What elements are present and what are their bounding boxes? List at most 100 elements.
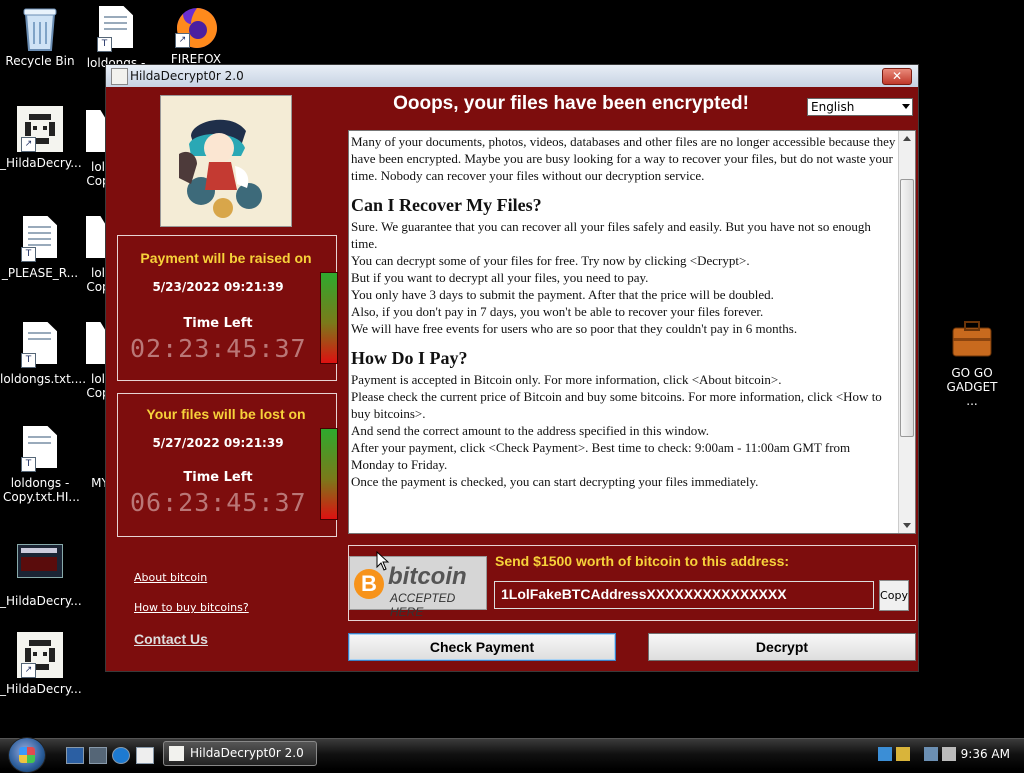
bitcoin-address-field[interactable]: 1LolFakeBTCAddressXXXXXXXXXXXXXXX	[494, 581, 874, 609]
bitcoin-payment-box: B bitcoin ACCEPTED HERE Send $1500 worth…	[348, 545, 916, 621]
taskbar-button-hilda[interactable]: HildaDecrypt0r 2.0	[163, 741, 317, 766]
message-line: Once the payment is checked, you can sta…	[351, 474, 759, 489]
firefox-icon: ↗	[173, 2, 219, 48]
app-icon	[111, 68, 128, 85]
desktop-icon-hilda-2[interactable]: _HildaDecry...	[0, 538, 82, 608]
scroll-up-arrow-icon[interactable]	[903, 136, 911, 141]
text-file-icon: T	[17, 216, 63, 262]
text-file-icon: T	[17, 426, 63, 472]
desktop-icon-label: loldongs - Copy.txt.HI...	[3, 476, 80, 504]
network-connections-icon[interactable]	[924, 747, 938, 761]
send-amount-label: Send $1500 worth of bitcoin to this addr…	[495, 553, 790, 569]
desktop-icon-label: _HildaDecry...	[0, 156, 82, 170]
bitcoin-icon: B	[354, 569, 384, 599]
message-line: And send the correct amount to the addre…	[351, 423, 710, 438]
taskbar: HildaDecrypt0r 2.0 9:36 AM	[0, 737, 1024, 773]
scroll-down-arrow-icon[interactable]	[903, 523, 911, 528]
panel-date: 5/23/2022 09:21:39	[152, 280, 284, 294]
hilda-window-icon	[17, 544, 63, 590]
countdown-timer: 02:23:45:37	[130, 334, 307, 363]
section-heading-pay: How Do I Pay?	[351, 348, 468, 368]
hilda-exe-icon: ↗	[17, 632, 63, 678]
desktop-icon-firefox[interactable]: ↗ FIREFOX 91...	[156, 2, 236, 66]
text-file-badge-icon: T	[97, 37, 112, 52]
taskbar-clock[interactable]: 9:36 AM	[961, 747, 1010, 761]
bitcoin-logo-sub: ACCEPTED HERE	[390, 591, 456, 619]
message-line: You can decrypt some of your files for f…	[351, 253, 750, 268]
message-line: Please check the current price of Bitcoi…	[351, 389, 882, 421]
urgency-bar	[320, 272, 338, 364]
panel-date: 5/27/2022 09:21:39	[152, 436, 284, 450]
files-lost-panel: Your files will be lost on 5/27/2022 09:…	[117, 393, 338, 537]
window-titlebar[interactable]: HildaDecrypt0r 2.0 ✕	[106, 65, 918, 87]
window-title: HildaDecrypt0r 2.0	[130, 69, 244, 83]
desktop-icon-loldongs-txt[interactable]: T loldongs.txt....	[0, 322, 87, 386]
desktop-icon-recycle-bin[interactable]: Recycle Bin	[0, 4, 80, 68]
language-select[interactable]: English	[807, 98, 913, 116]
desktop-icon-go-go-gadget[interactable]: GO GO GADGET ...	[932, 316, 1012, 408]
message-intro: Many of your documents, photos, videos, …	[351, 134, 896, 183]
message-line: You only have 3 days to submit the payme…	[351, 287, 774, 302]
text-file-badge-icon: T	[21, 247, 36, 262]
desktop-icon-hilda-3[interactable]: ↗ _HildaDecry...	[0, 632, 82, 696]
windows-logo-icon	[19, 747, 35, 763]
message-scrollbar[interactable]	[898, 131, 915, 533]
check-payment-button[interactable]: Check Payment	[348, 633, 616, 661]
hilda-portrait-image	[160, 95, 292, 227]
text-file-badge-icon: T	[21, 457, 36, 472]
time-left-label: Time Left	[183, 316, 253, 331]
panel-heading: Your files will be lost on	[146, 406, 306, 422]
message-line: After your payment, click <Check Payment…	[351, 440, 851, 472]
contact-us-link[interactable]: Contact Us	[134, 631, 208, 647]
section-heading-recover: Can I Recover My Files?	[351, 195, 542, 215]
desktop-icon-hilda-1[interactable]: ↗ _HildaDecry...	[0, 106, 82, 170]
mouse-cursor-icon	[376, 551, 390, 571]
network-icon[interactable]	[878, 747, 892, 761]
internet-explorer-icon[interactable]	[112, 747, 130, 764]
headline: Ooops, your files have been encrypted!	[393, 93, 749, 114]
message-line: Payment is accepted in Bitcoin only. For…	[351, 372, 782, 387]
desktop-icon-loldongs-copy[interactable]: T loldongs - Copy...	[76, 6, 156, 70]
time-left-label: Time Left	[183, 470, 253, 485]
system-tray: 9:36 AM	[864, 739, 1024, 769]
text-file-icon	[86, 322, 106, 368]
about-bitcoin-link[interactable]: About bitcoin	[134, 571, 207, 584]
recycle-bin-icon	[17, 4, 63, 51]
taskbar-button-label: HildaDecrypt0r 2.0	[190, 746, 304, 760]
text-file-icon: T	[17, 322, 63, 368]
scroll-thumb[interactable]	[900, 179, 914, 437]
urgency-bar	[320, 428, 338, 520]
security-icon[interactable]	[896, 747, 910, 761]
hilda-decryptor-window: HildaDecrypt0r 2.0 ✕ Ooops, your files h…	[105, 64, 919, 672]
panel-heading: Payment will be raised on	[140, 250, 312, 266]
desktop-icon-label: loldongs.txt....	[0, 372, 87, 386]
volume-muted-icon[interactable]	[942, 747, 956, 761]
text-file-icon: T	[93, 6, 139, 52]
close-button[interactable]: ✕	[882, 68, 912, 85]
text-file-icon	[86, 216, 106, 262]
briefcase-icon	[949, 316, 995, 362]
desktop-icon-please-read[interactable]: T _PLEASE_R...	[0, 216, 80, 280]
show-desktop-icon[interactable]	[66, 747, 84, 764]
copy-button[interactable]: Copy	[879, 580, 909, 611]
document-icon[interactable]	[136, 747, 154, 764]
message-line: Sure. We guarantee that you can recover …	[351, 219, 871, 251]
switch-windows-icon[interactable]	[89, 747, 107, 764]
message-line: We will have free events for users who a…	[351, 321, 798, 336]
shortcut-arrow-icon: ↗	[21, 137, 36, 152]
shortcut-arrow-icon: ↗	[175, 33, 190, 48]
countdown-timer: 06:23:45:37	[130, 488, 307, 517]
desktop-icon-label: _HildaDecry...	[0, 682, 82, 696]
payment-raise-panel: Payment will be raised on 5/23/2022 09:2…	[117, 235, 338, 381]
desktop-icon-label: GO GO GADGET ...	[946, 366, 998, 408]
text-file-icon	[86, 110, 106, 156]
decrypt-button[interactable]: Decrypt	[648, 633, 916, 661]
desktop-icon-label: _HildaDecry...	[0, 594, 82, 608]
ransom-message-textbox[interactable]: Many of your documents, photos, videos, …	[348, 130, 916, 534]
how-to-buy-bitcoins-link[interactable]: How to buy bitcoins?	[134, 601, 249, 614]
desktop-icon-label: Recycle Bin	[5, 54, 75, 68]
desktop-icon-loldongs-copy-hi[interactable]: T loldongs - Copy.txt.HI...	[0, 426, 80, 504]
computer-icon	[86, 436, 106, 472]
message-line: Also, if you don't pay in 7 days, you wo…	[351, 304, 764, 319]
message-line: But if you want to decrypt all your file…	[351, 270, 649, 285]
